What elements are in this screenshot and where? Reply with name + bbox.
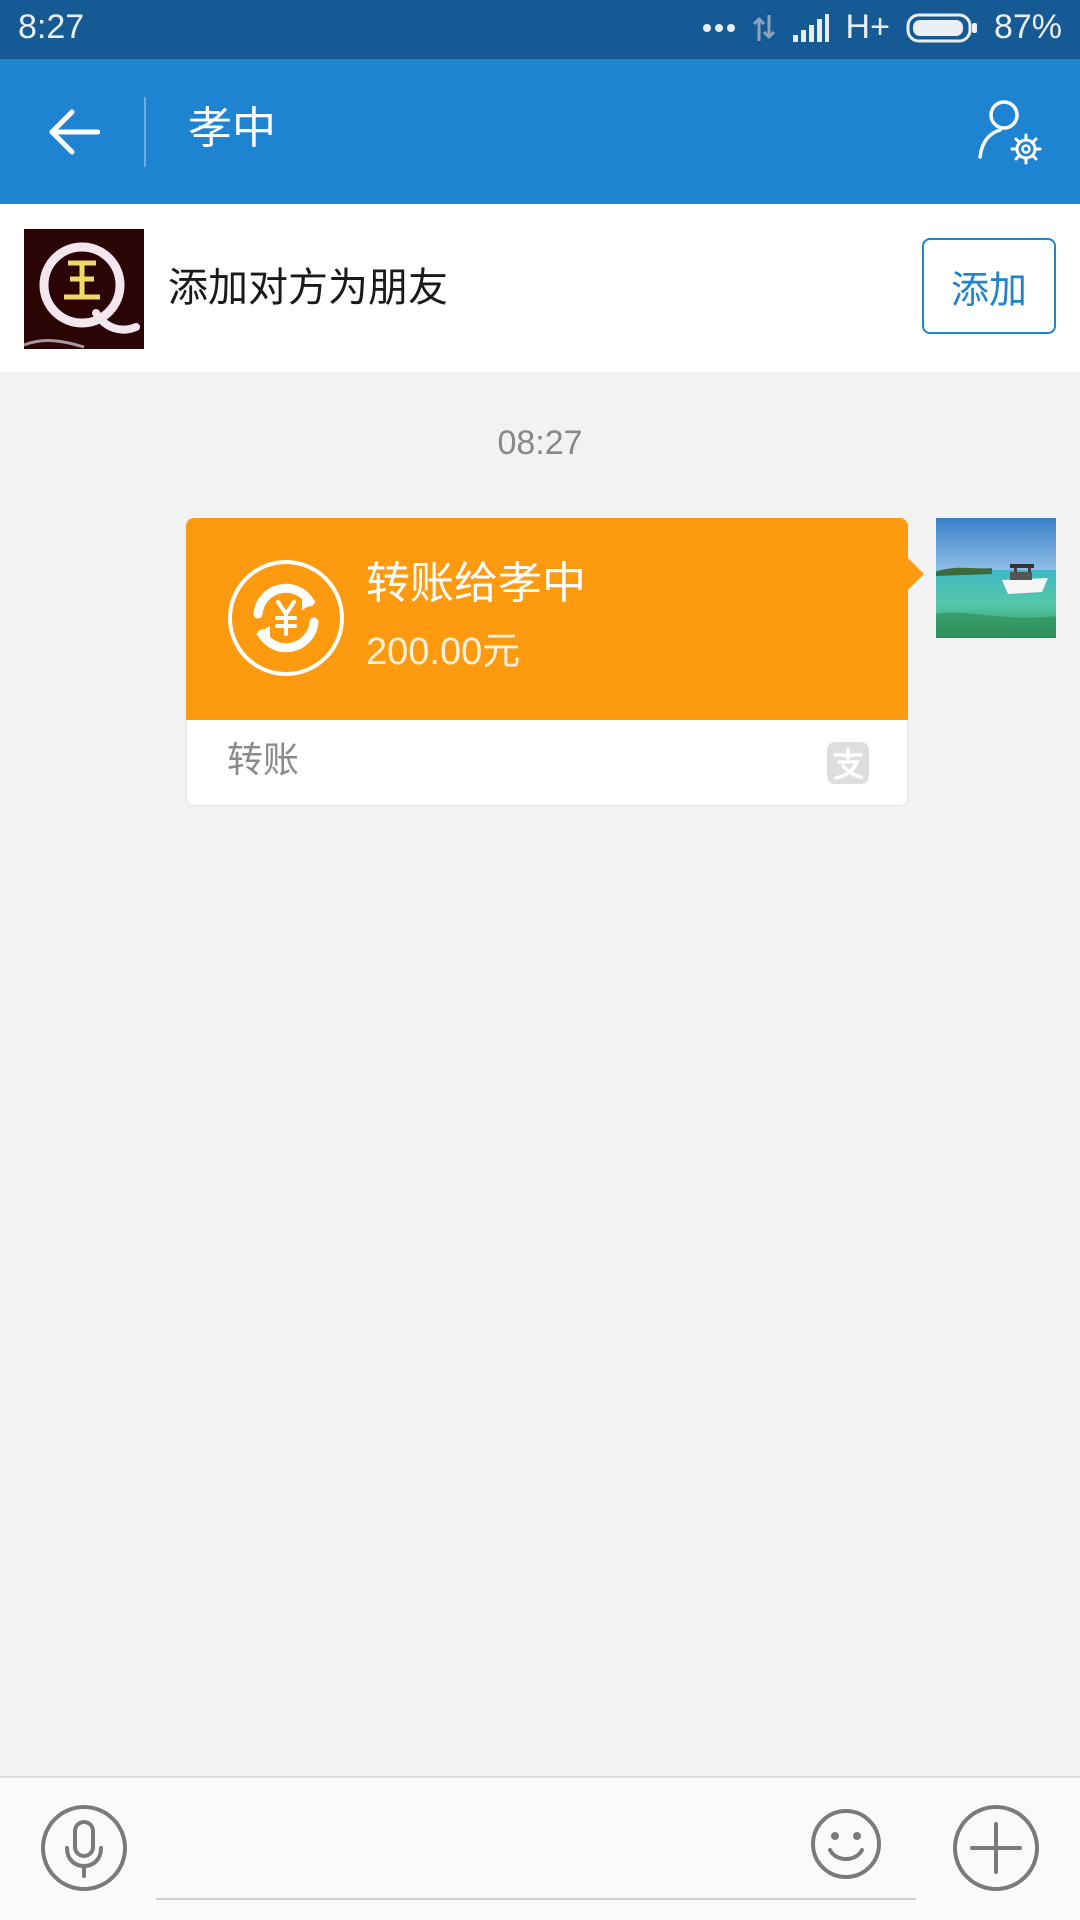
emoji-icon: [811, 1809, 881, 1879]
message-timestamp: 08:27: [497, 424, 583, 462]
my-avatar[interactable]: [936, 518, 1056, 638]
plus-icon: [953, 1805, 1039, 1891]
add-friend-button[interactable]: 添加: [922, 238, 1056, 334]
transfer-type-label: 转账: [227, 740, 300, 781]
data-arrows-icon: [752, 14, 775, 41]
bubble-tail: [908, 558, 924, 590]
more-options-button[interactable]: [952, 1804, 1040, 1892]
profile-settings-button[interactable]: [972, 95, 1044, 167]
contact-avatar[interactable]: [24, 229, 144, 349]
status-icons: H+ 87%: [702, 8, 1062, 47]
message-input-bar: [0, 1776, 1080, 1920]
chat-header: 孝中: [0, 59, 1080, 204]
transfer-card-body: 转账给孝中 200.00元: [186, 518, 908, 720]
chat-title: 孝中: [188, 103, 276, 154]
transfer-message-card[interactable]: 转账给孝中 200.00元 转账: [186, 518, 924, 806]
more-dots-icon: [702, 23, 735, 32]
transfer-amount: 200.00元: [366, 631, 521, 673]
signal-icon: [792, 13, 829, 42]
back-arrow-icon: [49, 109, 100, 155]
profile-settings-icon: [978, 100, 1042, 165]
emoji-button[interactable]: [810, 1808, 882, 1880]
boat-photo-avatar: [936, 518, 1056, 638]
status-bar: 8:27 H+ 87%: [0, 0, 1080, 59]
battery-percent: 87%: [993, 8, 1062, 46]
back-button[interactable]: [34, 97, 114, 167]
message-text-input[interactable]: [156, 1796, 916, 1900]
transfer-card-footer: 转账: [186, 720, 908, 806]
header-divider: [144, 97, 146, 167]
battery-icon: [906, 13, 977, 42]
status-time: 8:27: [18, 8, 85, 46]
transfer-yuan-icon: [226, 558, 346, 678]
transfer-title: 转账给孝中: [366, 558, 586, 609]
network-type: H+: [845, 8, 890, 46]
alipay-icon: [827, 742, 869, 784]
avatar-q-logo: [24, 229, 144, 349]
add-friend-banner: 添加对方为朋友 添加: [0, 204, 1080, 372]
voice-input-button[interactable]: [40, 1804, 128, 1892]
microphone-icon: [41, 1805, 127, 1891]
add-friend-text: 添加对方为朋友: [168, 265, 448, 311]
